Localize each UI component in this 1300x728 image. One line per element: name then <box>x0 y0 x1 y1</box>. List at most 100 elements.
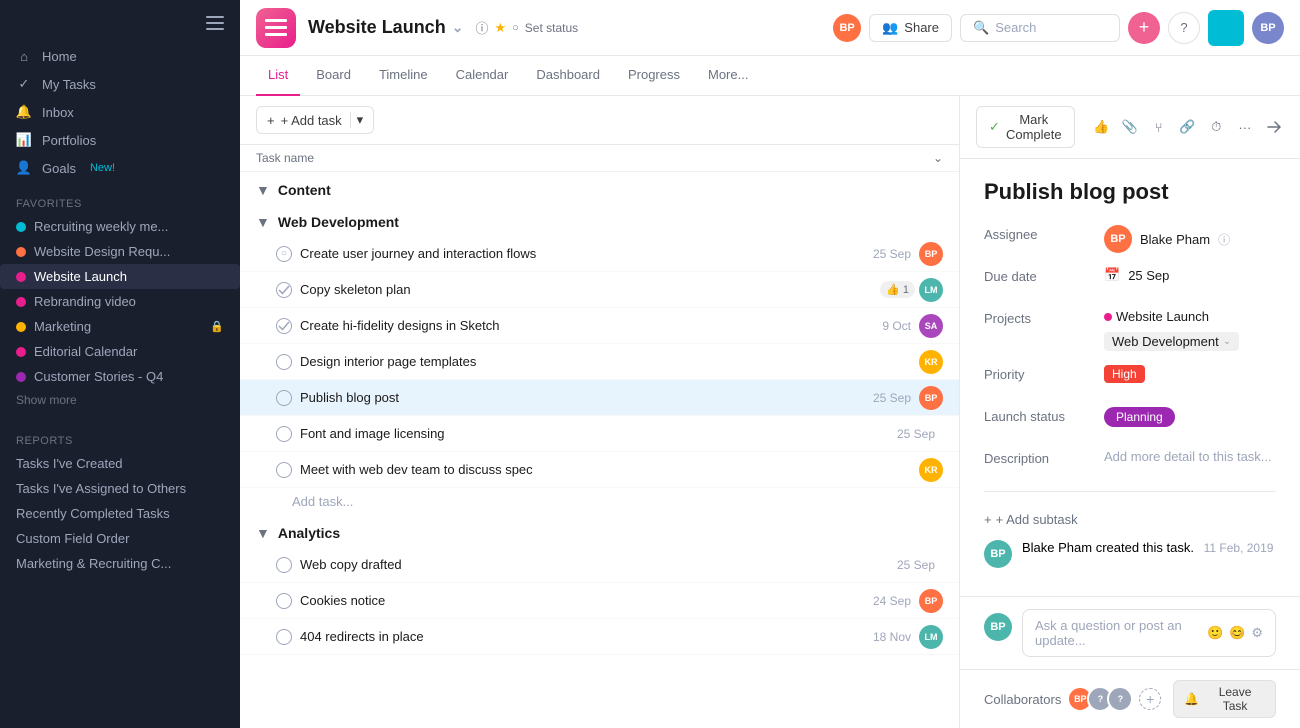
reports-section: Reports Tasks I've Created Tasks I've As… <box>0 411 240 576</box>
task-row[interactable]: Design interior page templates KR <box>240 344 959 380</box>
reports-item-custom-field-order[interactable]: Custom Field Order <box>0 526 240 551</box>
add-task-inline[interactable]: Add task... <box>240 488 959 515</box>
emoji-smiley-icon[interactable]: 😊 <box>1229 625 1245 641</box>
assignee-value[interactable]: BP Blake Pham ⓘ <box>1104 225 1230 253</box>
priority-field: Priority High <box>984 365 1276 393</box>
sidebar-fav-website-design[interactable]: Website Design Requ... <box>0 239 240 264</box>
task-row[interactable]: 404 redirects in place 18 Nov LM <box>240 619 959 655</box>
task-check[interactable] <box>276 390 292 406</box>
show-more-button[interactable]: Show more <box>0 389 240 411</box>
project-tag-web-development[interactable]: Web Development ⌄ <box>1104 332 1239 351</box>
task-row[interactable]: Copy skeleton plan 👍1 LM <box>240 272 959 308</box>
task-check[interactable] <box>276 629 292 645</box>
launch-status-value[interactable]: Planning <box>1104 407 1175 427</box>
task-check[interactable] <box>276 593 292 609</box>
thumbs-up-button[interactable]: 👍 <box>1091 112 1112 142</box>
due-date-value[interactable]: 📅 25 Sep <box>1104 267 1169 283</box>
collaborator-avatar: ? <box>1107 686 1133 712</box>
task-list-scroll[interactable]: ▼ Content ▼ Web Development ○ Create use… <box>240 172 959 728</box>
reports-item-tasks-created[interactable]: Tasks I've Created <box>0 451 240 476</box>
task-check[interactable] <box>276 318 292 334</box>
star-icon[interactable]: ★ <box>494 20 506 36</box>
help-button[interactable]: ? <box>1168 12 1200 44</box>
mark-complete-button[interactable]: ✓ Mark Complete <box>976 106 1075 148</box>
attachment-button[interactable]: 📎 <box>1119 112 1140 142</box>
task-check[interactable] <box>276 557 292 573</box>
sort-icon[interactable]: ⌄ <box>933 151 943 165</box>
add-subtask-button[interactable]: + + Add subtask <box>984 504 1276 535</box>
tab-timeline[interactable]: Timeline <box>367 56 440 96</box>
section-chevron-icon[interactable]: ▼ <box>256 214 270 230</box>
tab-calendar[interactable]: Calendar <box>444 56 521 96</box>
description-placeholder: Add more detail to this task... <box>1104 449 1272 464</box>
sidebar-item-portfolios[interactable]: 📊 Portfolios <box>8 126 232 154</box>
info-icon[interactable]: ⓘ <box>475 18 488 37</box>
task-row[interactable]: Meet with web dev team to discuss spec K… <box>240 452 959 488</box>
description-value[interactable]: Add more detail to this task... <box>1104 449 1272 464</box>
sidebar-item-goals[interactable]: 👤 Goals New! <box>8 154 232 182</box>
emoji-settings-icon[interactable]: ⚙ <box>1251 625 1263 641</box>
activity-item: BP Blake Pham created this task. 11 Feb,… <box>984 540 1276 568</box>
search-box[interactable]: 🔍 Search <box>960 14 1120 42</box>
task-check[interactable] <box>276 462 292 478</box>
comment-input-area: BP Ask a question or post an update... 🙂… <box>960 596 1300 669</box>
tab-dashboard[interactable]: Dashboard <box>524 56 612 96</box>
task-row-selected[interactable]: Publish blog post 25 Sep BP <box>240 380 959 416</box>
sidebar-fav-recruiting[interactable]: Recruiting weekly me... <box>0 214 240 239</box>
share-icon: 👥 <box>882 20 898 36</box>
sidebar-fav-editorial[interactable]: Editorial Calendar <box>0 339 240 364</box>
section-chevron-icon[interactable]: ▼ <box>256 182 270 198</box>
add-collaborator-button[interactable]: + <box>1139 688 1161 710</box>
add-task-button[interactable]: + + Add task ▾ <box>256 106 374 134</box>
close-panel-button[interactable] <box>1263 112 1284 142</box>
tab-progress[interactable]: Progress <box>616 56 692 96</box>
notifications-panel-icon[interactable] <box>1208 10 1244 46</box>
sidebar-fav-customer-stories[interactable]: Customer Stories - Q4 <box>0 364 240 389</box>
task-check[interactable] <box>276 354 292 370</box>
sidebar-fav-marketing[interactable]: Marketing 🔒 <box>0 314 240 339</box>
section-chevron-icon[interactable]: ▼ <box>256 525 270 541</box>
reports-item-tasks-assigned[interactable]: Tasks I've Assigned to Others <box>0 476 240 501</box>
projects-value[interactable]: Website Launch Web Development ⌄ <box>1104 309 1276 351</box>
task-check[interactable] <box>276 282 292 298</box>
reports-item-recently-completed[interactable]: Recently Completed Tasks <box>0 501 240 526</box>
reports-item-marketing-recruiting[interactable]: Marketing & Recruiting C... <box>0 551 240 576</box>
task-row[interactable]: Web copy drafted 25 Sep <box>240 547 959 583</box>
sidebar-item-inbox[interactable]: 🔔 Inbox <box>8 98 232 126</box>
task-check[interactable] <box>276 426 292 442</box>
task-row[interactable]: ○ Create user journey and interaction fl… <box>240 236 959 272</box>
tab-board[interactable]: Board <box>304 56 363 96</box>
sidebar-item-my-tasks[interactable]: ✓ My Tasks <box>8 70 232 98</box>
sidebar-fav-rebranding[interactable]: Rebranding video <box>0 289 240 314</box>
leave-task-button[interactable]: 🔔 Leave Task <box>1173 680 1276 718</box>
sidebar-item-home[interactable]: ⌂ Home <box>8 42 232 70</box>
emoji-smile-icon[interactable]: 🙂 <box>1207 625 1223 641</box>
branch-button[interactable]: ⑂ <box>1148 112 1169 142</box>
activity-avatar: BP <box>984 540 1012 568</box>
add-button[interactable]: + <box>1128 12 1160 44</box>
sidebar-fav-website-launch[interactable]: Website Launch ··· <box>0 264 240 289</box>
set-status-label[interactable]: Set status <box>525 21 578 35</box>
task-row[interactable]: Cookies notice 24 Sep BP <box>240 583 959 619</box>
link-button[interactable]: 🔗 <box>1177 112 1198 142</box>
user-avatar-header: BP <box>833 14 861 42</box>
sidebar-navigation: ⌂ Home ✓ My Tasks 🔔 Inbox 📊 Portfolios 👤… <box>0 38 240 186</box>
project-title-chevron-icon[interactable]: ⌄ <box>452 19 464 36</box>
more-options-button[interactable]: ··· <box>1235 112 1256 142</box>
priority-value[interactable]: High <box>1104 365 1145 383</box>
add-task-caret-icon[interactable]: ▾ <box>350 112 364 128</box>
profile-avatar[interactable]: BP <box>1252 12 1284 44</box>
comment-input[interactable]: Ask a question or post an update... 🙂 😊 … <box>1022 609 1276 657</box>
task-check[interactable]: ○ <box>276 246 292 262</box>
app-icon <box>256 8 296 48</box>
tab-list[interactable]: List <box>256 56 300 96</box>
comment-user-avatar: BP <box>984 613 1012 641</box>
detail-divider <box>984 491 1276 492</box>
share-button[interactable]: 👥 Share <box>869 14 952 42</box>
timer-button[interactable]: ⏱ <box>1206 112 1227 142</box>
task-row[interactable]: Create hi-fidelity designs in Sketch 9 O… <box>240 308 959 344</box>
tab-more[interactable]: More... <box>696 56 760 96</box>
sidebar-toggle[interactable] <box>0 0 240 38</box>
projects-field: Projects Website Launch Web Development … <box>984 309 1276 351</box>
task-row[interactable]: Font and image licensing 25 Sep <box>240 416 959 452</box>
